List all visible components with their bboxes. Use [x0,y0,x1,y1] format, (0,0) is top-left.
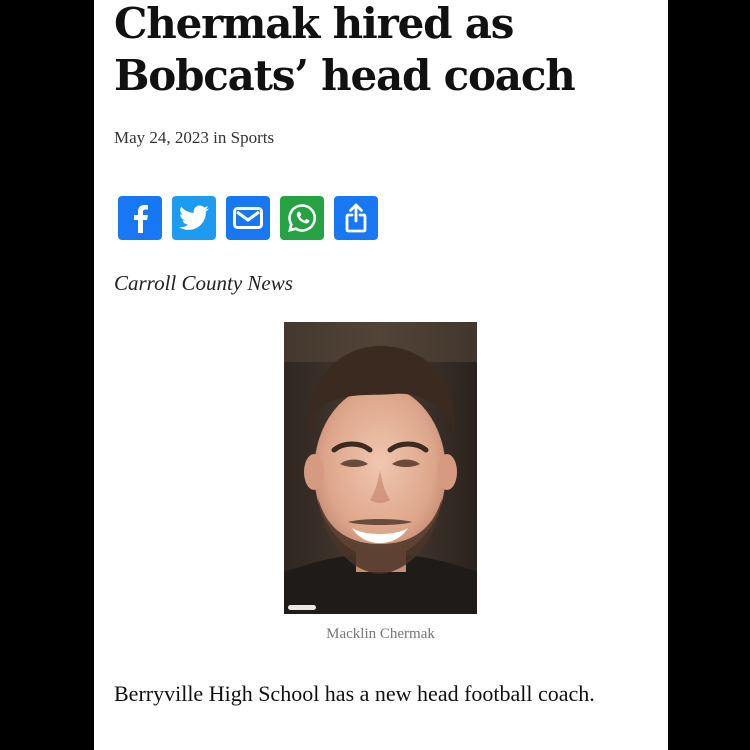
native-share-button[interactable] [334,196,378,240]
share-buttons [118,196,378,240]
portrait-image [284,322,477,614]
email-icon [233,207,263,229]
whatsapp-icon [287,204,317,232]
article-headline: Chermak hired as Bobcats’ head coach [114,0,576,100]
whatsapp-share-button[interactable] [280,196,324,240]
email-share-button[interactable] [226,196,270,240]
photo-caption: Macklin Chermak [326,626,435,642]
article-source: Carroll County News [114,271,293,295]
facebook-share-button[interactable] [118,196,162,240]
photo-handle[interactable] [288,605,316,610]
twitter-icon [179,205,209,230]
twitter-share-button[interactable] [172,196,216,240]
article-page: Chermak hired as Bobcats’ head coach May… [94,0,668,750]
facebook-icon [134,205,148,233]
article-body-paragraph: Berryville High School has a new head fo… [114,681,595,706]
article-meta: May 24, 2023 in Sports [114,128,275,147]
article-photo[interactable] [284,322,477,614]
share-icon [345,203,367,233]
